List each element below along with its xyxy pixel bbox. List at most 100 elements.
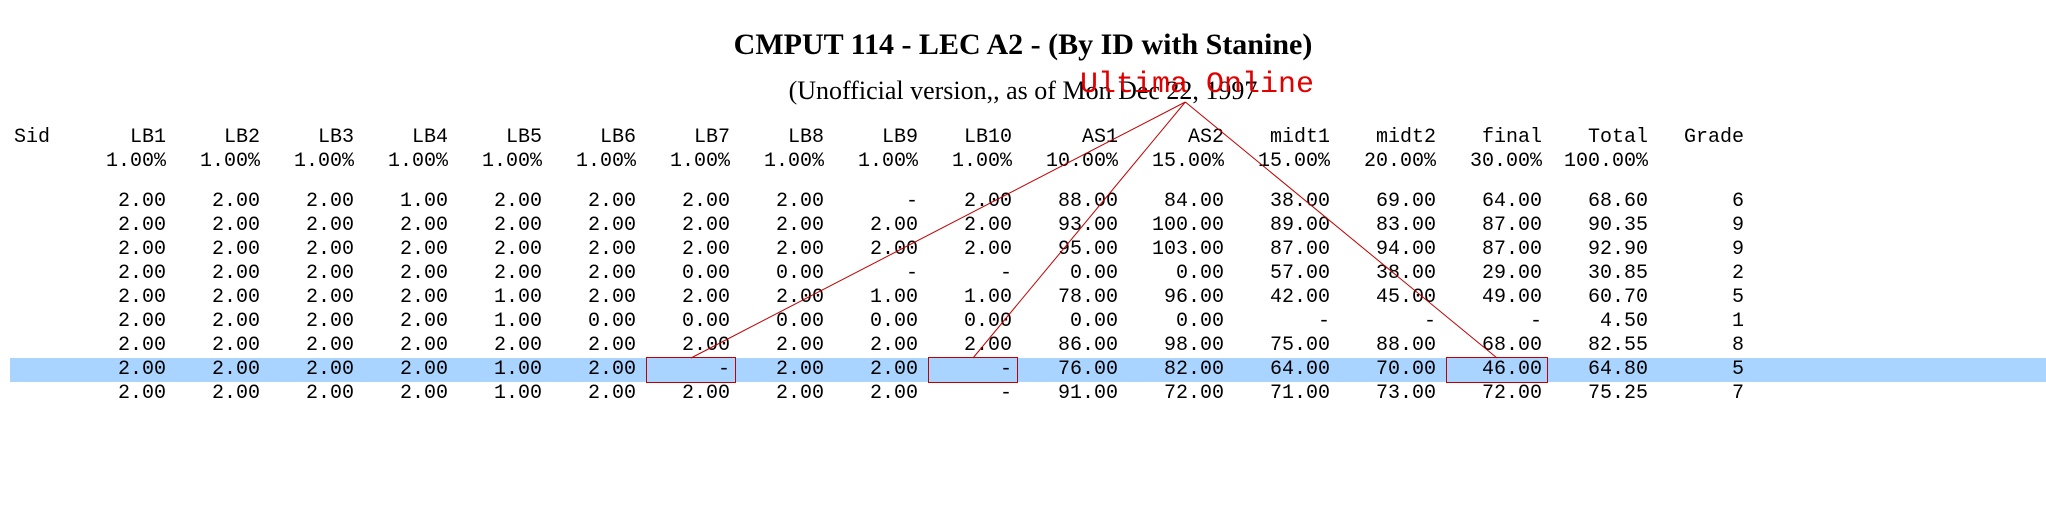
- cell: 5: [1656, 358, 1752, 382]
- cell: 30.00%: [1444, 150, 1550, 174]
- cell: 2.00: [268, 238, 362, 262]
- cell: 1.00: [456, 310, 550, 334]
- cell: 2.00: [80, 214, 174, 238]
- cell: 2.00: [362, 286, 456, 310]
- cell: 0.00: [644, 262, 738, 286]
- cell: 69.00: [1338, 190, 1444, 214]
- cell: 70.00: [1338, 358, 1444, 382]
- sid-cell: [10, 286, 80, 310]
- cell: -: [926, 358, 1020, 382]
- cell: 1.00%: [362, 150, 456, 174]
- cell: final: [1444, 126, 1550, 150]
- cell: 60.70: [1550, 286, 1656, 310]
- cell: 2.00: [362, 214, 456, 238]
- cell: 2.00: [456, 334, 550, 358]
- cell: 2.00: [832, 382, 926, 406]
- cell: 2.00: [832, 214, 926, 238]
- cell: 1.00%: [456, 150, 550, 174]
- cell: 2.00: [550, 382, 644, 406]
- cell: 1.00%: [738, 150, 832, 174]
- cell: 2.00: [644, 382, 738, 406]
- cell: [1656, 150, 1752, 174]
- cell: 2.00: [268, 382, 362, 406]
- cell: 2.00: [268, 190, 362, 214]
- cell: 2.00: [80, 286, 174, 310]
- cell: 72.00: [1126, 382, 1232, 406]
- cell: 2.00: [550, 190, 644, 214]
- cell: 2.00: [456, 262, 550, 286]
- cell: 2.00: [738, 334, 832, 358]
- cell: LB8: [738, 126, 832, 150]
- cell: 0.00: [738, 310, 832, 334]
- cell: 2.00: [362, 310, 456, 334]
- cell: 90.35: [1550, 214, 1656, 238]
- cell: 2.00: [738, 358, 832, 382]
- cell: 1.00: [832, 286, 926, 310]
- cell: LB1: [80, 126, 174, 150]
- cell: 94.00: [1338, 238, 1444, 262]
- cell: 2.00: [80, 262, 174, 286]
- page-title: CMPUT 114 - LEC A2 - (By ID with Stanine…: [0, 28, 2046, 62]
- cell: 93.00: [1020, 214, 1126, 238]
- cell: Total: [1550, 126, 1656, 150]
- cell: 2.00: [268, 358, 362, 382]
- cell: 2.00: [926, 238, 1020, 262]
- cell: 0.00: [1020, 262, 1126, 286]
- cell: 2.00: [550, 286, 644, 310]
- cell: 2.00: [644, 214, 738, 238]
- cell: 87.00: [1232, 238, 1338, 262]
- cell: 8: [1656, 334, 1752, 358]
- cell: 76.00: [1020, 358, 1126, 382]
- cell: 2.00: [644, 190, 738, 214]
- cell: 0.00: [1126, 310, 1232, 334]
- cell: 15.00%: [1126, 150, 1232, 174]
- cell: 1.00: [926, 286, 1020, 310]
- cell: 100.00%: [1550, 150, 1656, 174]
- cell: 2: [1656, 262, 1752, 286]
- cell: 49.00: [1444, 286, 1550, 310]
- annotation-text: Ultima Online: [1080, 68, 1314, 102]
- cell: 29.00: [1444, 262, 1550, 286]
- cell: 2.00: [738, 238, 832, 262]
- cell: 86.00: [1020, 334, 1126, 358]
- cell: 2.00: [362, 238, 456, 262]
- cell: 2.00: [644, 238, 738, 262]
- cell: 0.00: [644, 310, 738, 334]
- cell: 2.00: [174, 286, 268, 310]
- cell: 2.00: [174, 334, 268, 358]
- cell: 57.00: [1232, 262, 1338, 286]
- cell: 1.00%: [174, 150, 268, 174]
- cell: 2.00: [550, 358, 644, 382]
- cell: 2.00: [80, 238, 174, 262]
- cell: 0.00: [1020, 310, 1126, 334]
- cell: 5: [1656, 286, 1752, 310]
- cell: 68.60: [1550, 190, 1656, 214]
- cell: 68.00: [1444, 334, 1550, 358]
- cell: 2.00: [362, 382, 456, 406]
- cell: 2.00: [738, 286, 832, 310]
- cell: 98.00: [1126, 334, 1232, 358]
- cell: 10.00%: [1020, 150, 1126, 174]
- cell: 1.00: [456, 358, 550, 382]
- cell: 92.90: [1550, 238, 1656, 262]
- cell: 87.00: [1444, 214, 1550, 238]
- cell: 75.25: [1550, 382, 1656, 406]
- cell: Grade: [1656, 126, 1752, 150]
- cell: 2.00: [926, 214, 1020, 238]
- cell: 2.00: [456, 238, 550, 262]
- cell: LB6: [550, 126, 644, 150]
- cell: 38.00: [1338, 262, 1444, 286]
- cell: 73.00: [1338, 382, 1444, 406]
- sid-cell: [10, 334, 80, 358]
- cell: 96.00: [1126, 286, 1232, 310]
- cell: 2.00: [174, 214, 268, 238]
- cell: 2.00: [268, 334, 362, 358]
- cell: 0.00: [550, 310, 644, 334]
- cell: 2.00: [80, 334, 174, 358]
- cell: 2.00: [268, 214, 362, 238]
- cell: -: [1338, 310, 1444, 334]
- sid-cell: [10, 214, 80, 238]
- cell: 1.00%: [80, 150, 174, 174]
- cell: LB3: [268, 126, 362, 150]
- cell: AS1: [1020, 126, 1126, 150]
